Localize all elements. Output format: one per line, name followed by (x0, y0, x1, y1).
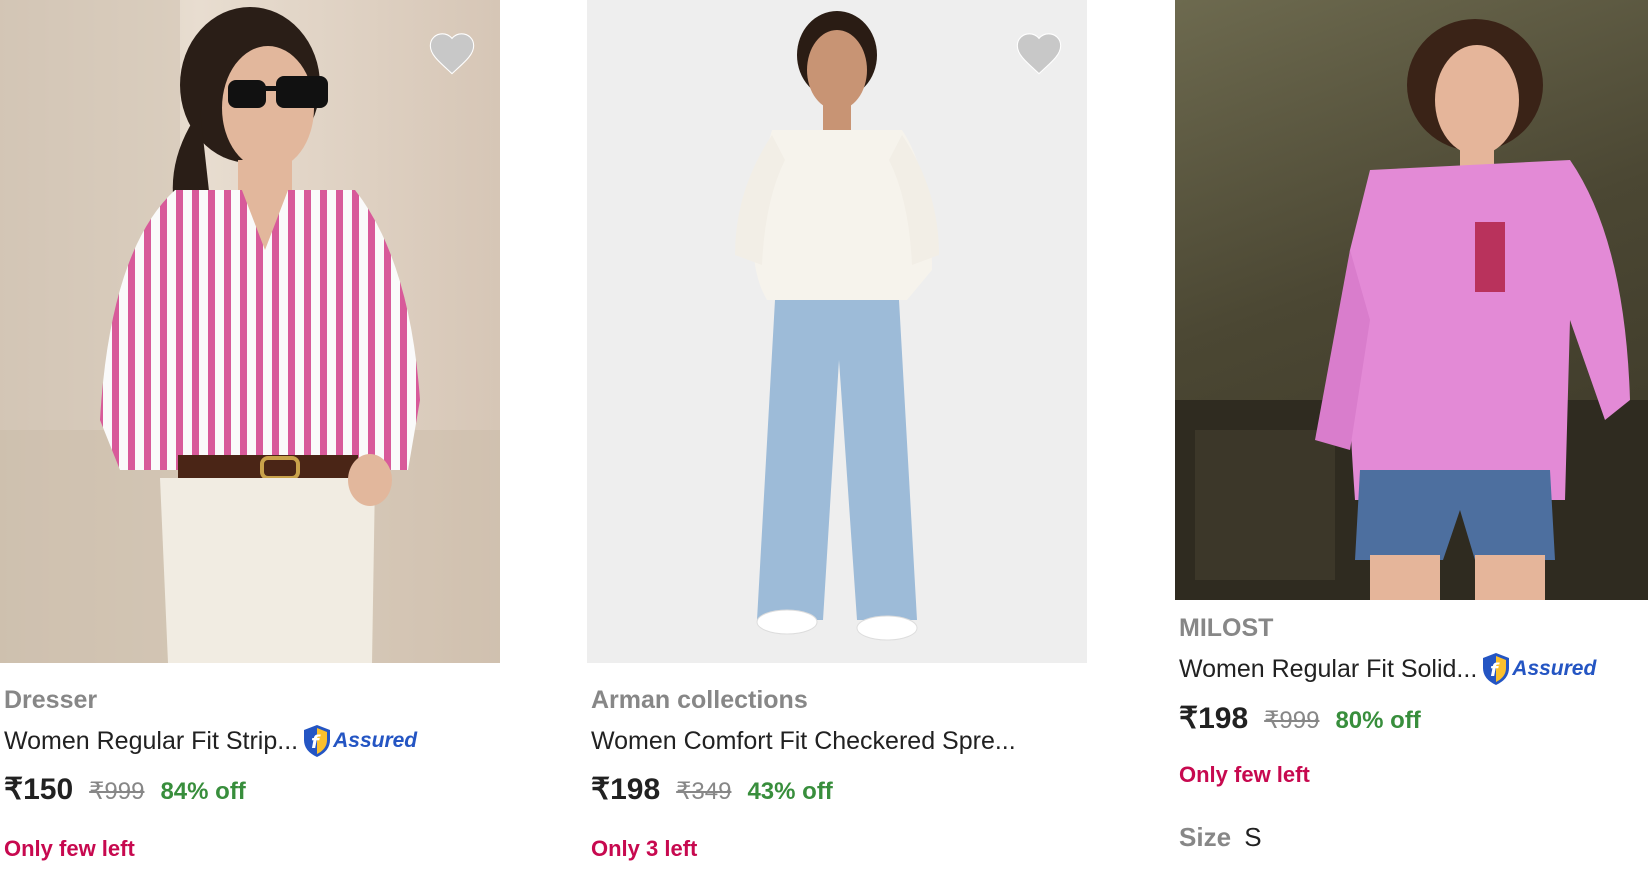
assured-label: Assured (333, 729, 418, 752)
model-photo (735, 11, 939, 641)
selling-price: ₹150 (4, 773, 74, 806)
discount-label: 84% off (160, 778, 246, 805)
product-title-row[interactable]: Women Comfort Fit Checkered Spre... (591, 723, 1016, 759)
assured-label: Assured (1512, 657, 1597, 680)
size-label: Size (1179, 822, 1232, 852)
original-price: ₹999 (89, 778, 145, 805)
size-info: Size S (1179, 822, 1262, 853)
product-title[interactable]: Women Comfort Fit Checkered Spre... (591, 727, 1016, 756)
price-row: ₹198 ₹999 80% off (1179, 701, 1421, 736)
product-image[interactable] (587, 0, 1087, 663)
product-title-row[interactable]: Women Regular Fit Strip... f Assured (4, 723, 417, 759)
price-row: ₹150 ₹999 84% off (4, 772, 246, 807)
product-image[interactable] (0, 0, 500, 663)
model-photo (1175, 19, 1648, 600)
heart-icon[interactable] (426, 28, 478, 76)
stock-status: Only few left (4, 836, 135, 861)
brand-name: Arman collections (591, 686, 808, 714)
product-card[interactable]: Dresser Women Regular Fit Strip... f Ass… (0, 0, 500, 861)
product-title-row[interactable]: Women Regular Fit Solid... f Assured (1179, 651, 1596, 687)
assured-badge: f Assured (1481, 652, 1596, 686)
brand-name: Dresser (4, 686, 98, 714)
assured-shield-icon: f (1483, 653, 1510, 685)
heart-icon[interactable] (1013, 28, 1065, 76)
original-price: ₹349 (676, 778, 732, 805)
selling-price: ₹198 (591, 773, 661, 806)
assured-badge: f Assured (302, 724, 417, 758)
product-image[interactable] (1175, 0, 1648, 600)
product-card[interactable]: Arman collections Women Comfort Fit Chec… (587, 0, 1087, 861)
price-row: ₹198 ₹349 43% off (591, 772, 833, 807)
discount-label: 43% off (747, 778, 833, 805)
selling-price: ₹198 (1179, 702, 1249, 735)
assured-shield-icon: f (304, 725, 331, 757)
product-title[interactable]: Women Regular Fit Strip... (4, 727, 298, 756)
product-grid: Dresser Women Regular Fit Strip... f Ass… (0, 0, 1648, 872)
stock-status: Only few left (1179, 762, 1310, 787)
original-price: ₹999 (1264, 707, 1320, 734)
size-value: S (1244, 822, 1262, 852)
model-photo (0, 0, 500, 663)
discount-label: 80% off (1335, 707, 1421, 734)
brand-name: MILOST (1179, 614, 1274, 642)
product-title[interactable]: Women Regular Fit Solid... (1179, 655, 1477, 684)
product-card[interactable]: MILOST Women Regular Fit Solid... f Assu… (1175, 0, 1648, 852)
stock-status: Only 3 left (591, 836, 698, 861)
